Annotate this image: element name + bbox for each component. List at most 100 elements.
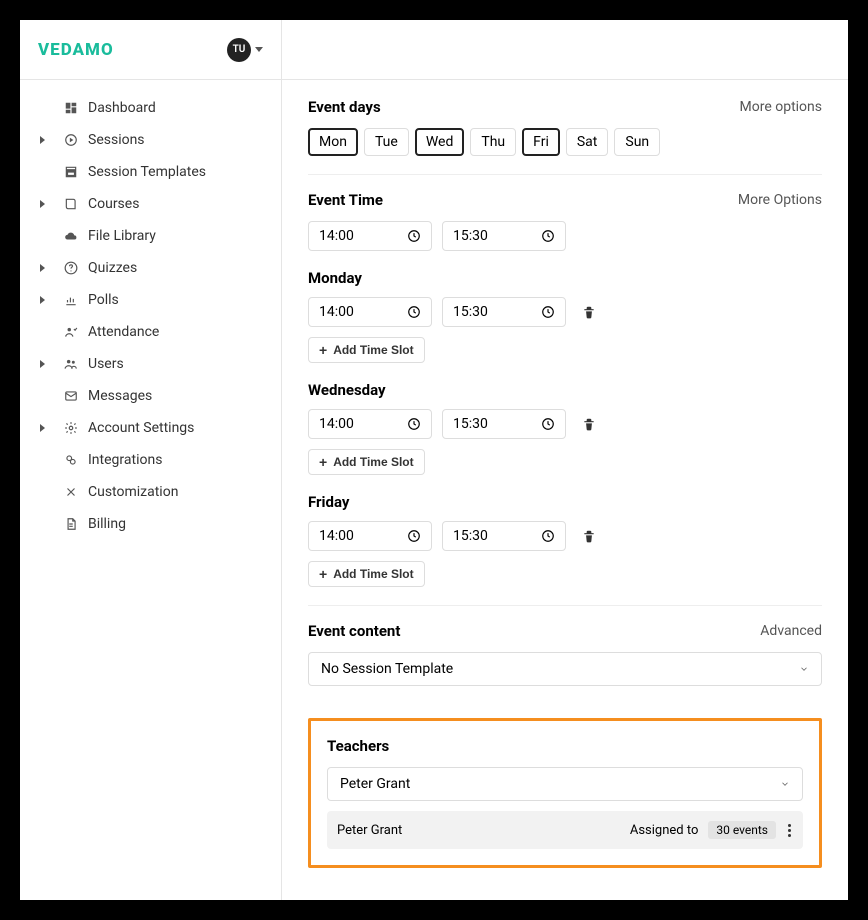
chevron-down-icon <box>799 664 809 674</box>
clock-icon <box>407 417 421 431</box>
sidebar-item-label: Integrations <box>88 452 263 468</box>
sidebar-item-file-library[interactable]: File Library <box>20 220 281 252</box>
sidebar-item-attendance[interactable]: Attendance <box>20 316 281 348</box>
mail-icon <box>64 389 78 403</box>
chevron-right-icon <box>40 264 45 272</box>
sidebar-item-session-templates[interactable]: Session Templates <box>20 156 281 188</box>
trash-icon[interactable] <box>582 304 596 320</box>
end-time-input[interactable]: 15:30 <box>442 521 566 551</box>
assigned-label: Assigned to <box>630 823 699 838</box>
book-icon <box>64 197 78 211</box>
sidebar-item-dashboard[interactable]: Dashboard <box>20 92 281 124</box>
sidebar-item-quizzes[interactable]: Quizzes <box>20 252 281 284</box>
section-head: Event Time More Options <box>308 191 822 209</box>
users-icon <box>64 357 78 371</box>
plus-icon: + <box>319 566 327 582</box>
user-menu[interactable]: TU <box>227 38 263 62</box>
day-pill-wed[interactable]: Wed <box>415 128 465 156</box>
brand-logo[interactable]: VEDAMO <box>38 40 114 60</box>
teacher-assignment: Assigned to 30 events <box>630 821 793 839</box>
sidebar-item-label: File Library <box>88 228 263 244</box>
sidebar-item-label: Messages <box>88 388 263 404</box>
event-days-title: Event days <box>308 98 381 116</box>
start-time-input[interactable]: 14:00 <box>308 409 432 439</box>
day-pill-tue[interactable]: Tue <box>364 128 409 156</box>
event-time-title: Event Time <box>308 191 383 209</box>
trash-icon[interactable] <box>582 416 596 432</box>
main-panel: Event days More options MonTueWedThuFriS… <box>282 20 848 900</box>
session-template-select[interactable]: No Session Template <box>308 652 822 686</box>
day-selector: MonTueWedThuFriSatSun <box>308 128 822 156</box>
day-pill-sat[interactable]: Sat <box>566 128 609 156</box>
clock-icon <box>407 305 421 319</box>
add-slot-label: Add Time Slot <box>333 567 413 581</box>
start-time-input[interactable]: 14:00 <box>308 221 432 251</box>
advanced-link[interactable]: Advanced <box>760 623 822 639</box>
end-time-input[interactable]: 15:30 <box>442 409 566 439</box>
add-time-slot-button[interactable]: +Add Time Slot <box>308 337 425 363</box>
clock-icon <box>541 529 555 543</box>
time-value: 15:30 <box>453 416 488 432</box>
clock-icon <box>407 229 421 243</box>
time-value: 15:30 <box>453 304 488 320</box>
event-content-title: Event content <box>308 622 400 640</box>
sidebar-item-label: Dashboard <box>88 100 263 116</box>
day-pill-sun[interactable]: Sun <box>614 128 660 156</box>
time-row: 14:00 15:30 <box>308 521 822 551</box>
day-slot-friday: Friday 14:00 15:30 + Add Time Slot <box>308 493 822 587</box>
clock-icon <box>541 305 555 319</box>
sidebar-item-label: Customization <box>88 484 263 500</box>
chevron-right-icon <box>40 360 45 368</box>
avatar: TU <box>227 38 251 62</box>
sidebar-item-account-settings[interactable]: Account Settings <box>20 412 281 444</box>
sidebar-item-label: Courses <box>88 196 263 212</box>
event-time-section: Event Time More Options 14:00 15:30 Mond… <box>308 175 822 606</box>
time-value: 14:00 <box>319 228 354 244</box>
time-value: 14:00 <box>319 416 354 432</box>
sidebar-header: VEDAMO TU <box>20 20 281 80</box>
sidebar-item-sessions[interactable]: Sessions <box>20 124 281 156</box>
day-slot-monday: Monday 14:00 15:30 +Add Time Slot <box>308 269 822 363</box>
sidebar-item-billing[interactable]: Billing <box>20 508 281 540</box>
day-pill-fri[interactable]: Fri <box>522 128 560 156</box>
add-time-slot-button[interactable]: +Add Time Slot <box>308 449 425 475</box>
day-pill-mon[interactable]: Mon <box>308 128 358 156</box>
clock-icon <box>541 417 555 431</box>
teachers-title: Teachers <box>327 737 803 755</box>
event-content-section: Event content Advanced No Session Templa… <box>308 606 822 704</box>
template-icon <box>64 165 78 179</box>
trash-icon[interactable] <box>582 528 596 544</box>
end-time-input[interactable]: 15:30 <box>442 297 566 327</box>
day-label: Wednesday <box>308 381 822 399</box>
more-options-link[interactable]: More Options <box>738 192 822 208</box>
chevron-down-icon <box>780 779 790 789</box>
sidebar-item-integrations[interactable]: Integrations <box>20 444 281 476</box>
sidebar-item-users[interactable]: Users <box>20 348 281 380</box>
teacher-select[interactable]: Peter Grant <box>327 767 803 801</box>
day-label: Friday <box>308 493 822 511</box>
cloud-icon <box>64 229 78 243</box>
end-time-input[interactable]: 15:30 <box>442 221 566 251</box>
day-label: Monday <box>308 269 822 287</box>
gear-icon <box>64 421 78 435</box>
sidebar-item-courses[interactable]: Courses <box>20 188 281 220</box>
start-time-input[interactable]: 14:00 <box>308 521 432 551</box>
sidebar-item-messages[interactable]: Messages <box>20 380 281 412</box>
day-slot-wednesday: Wednesday 14:00 15:30 +Add Time Slot <box>308 381 822 475</box>
time-row: 14:00 15:30 <box>308 409 822 439</box>
start-time-input[interactable]: 14:00 <box>308 297 432 327</box>
add-time-slot-button[interactable]: + Add Time Slot <box>308 561 425 587</box>
sidebar-item-label: Quizzes <box>88 260 263 276</box>
time-value: 15:30 <box>453 528 488 544</box>
main-top-bar <box>282 20 848 80</box>
kebab-menu-icon[interactable] <box>786 822 793 839</box>
sidebar-item-customization[interactable]: Customization <box>20 476 281 508</box>
time-value: 14:00 <box>319 304 354 320</box>
tools-icon <box>64 485 78 499</box>
day-pill-thu[interactable]: Thu <box>470 128 516 156</box>
more-options-link[interactable]: More options <box>740 99 823 115</box>
teacher-row: Peter Grant Assigned to 30 events <box>327 811 803 849</box>
sidebar-item-polls[interactable]: Polls <box>20 284 281 316</box>
time-row: 14:00 15:30 <box>308 221 822 251</box>
event-days-section: Event days More options MonTueWedThuFriS… <box>308 94 822 175</box>
